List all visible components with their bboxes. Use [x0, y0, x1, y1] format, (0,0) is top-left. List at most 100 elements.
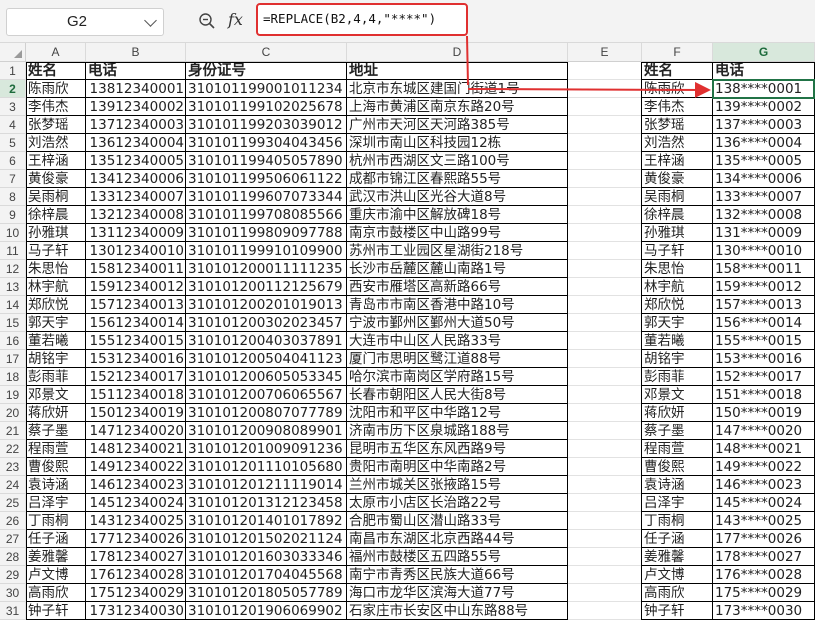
name-cell[interactable]: 张梦瑶: [26, 116, 86, 134]
row-header-21[interactable]: 21: [0, 422, 26, 440]
id-cell[interactable]: 310101200112125679: [186, 278, 347, 296]
id-cell[interactable]: 310101200504041123: [186, 350, 347, 368]
name-cell[interactable]: 董若曦: [26, 332, 86, 350]
phone-cell[interactable]: 15012340019: [86, 404, 186, 422]
masked-phone-cell[interactable]: 176****0028: [713, 566, 815, 584]
phone-cell[interactable]: 13012340010: [86, 242, 186, 260]
phone-cell[interactable]: 13812340001: [86, 80, 186, 98]
address-cell[interactable]: 哈尔滨市南岗区学府路15号: [347, 368, 568, 386]
masked-phone-cell[interactable]: 158****0011: [713, 260, 815, 278]
column-header-a[interactable]: A: [26, 43, 86, 62]
name-cell[interactable]: 李伟杰: [642, 98, 713, 116]
address-cell[interactable]: 杭州市西湖区文三路100号: [347, 152, 568, 170]
worksheet-grid[interactable]: 姓名 电话 身份证号 地址 姓名 电话 陈雨欣 13812340001 310101199001…: [25, 62, 815, 620]
row-header-1[interactable]: 1: [0, 62, 26, 80]
name-cell[interactable]: 彭雨菲: [26, 368, 86, 386]
masked-phone-cell[interactable]: 149****0022: [713, 458, 815, 476]
phone-cell[interactable]: 15112340018: [86, 386, 186, 404]
name-cell[interactable]: 刘浩然: [26, 134, 86, 152]
name-cell[interactable]: 王梓涵: [26, 152, 86, 170]
masked-phone-cell[interactable]: 139****0002: [713, 98, 815, 116]
masked-phone-cell[interactable]: 153****0016: [713, 350, 815, 368]
masked-phone-cell[interactable]: 145****0024: [713, 494, 815, 512]
id-cell[interactable]: 310101200302023457: [186, 314, 347, 332]
masked-phone-cell[interactable]: 146****0023: [713, 476, 815, 494]
address-cell[interactable]: 北京市东城区建国门街道1号: [347, 80, 568, 98]
name-cell[interactable]: 高雨欣: [642, 584, 713, 602]
phone-cell[interactable]: 13712340003: [86, 116, 186, 134]
masked-phone-cell[interactable]: 133****0007: [713, 188, 815, 206]
name-cell[interactable]: 吴雨桐: [26, 188, 86, 206]
name-cell[interactable]: 郭天宇: [642, 314, 713, 332]
phone-cell[interactable]: 14312340025: [86, 512, 186, 530]
id-cell[interactable]: 310101199809097788: [186, 224, 347, 242]
header-cell[interactable]: 电话: [86, 62, 186, 80]
id-cell[interactable]: 310101199910109900: [186, 242, 347, 260]
name-cell[interactable]: 林宇航: [642, 278, 713, 296]
address-cell[interactable]: 广州市天河区天河路385号: [347, 116, 568, 134]
masked-phone-cell[interactable]: 136****0004: [713, 134, 815, 152]
name-cell[interactable]: 胡铭宇: [642, 350, 713, 368]
header-cell[interactable]: 电话: [713, 62, 815, 80]
name-cell[interactable]: 袁诗涵: [26, 476, 86, 494]
row-header-11[interactable]: 11: [0, 242, 26, 260]
phone-cell[interactable]: 15312340016: [86, 350, 186, 368]
address-cell[interactable]: 太原市小店区长治路22号: [347, 494, 568, 512]
name-cell[interactable]: 张梦瑶: [642, 116, 713, 134]
row-header-4[interactable]: 4: [0, 116, 26, 134]
masked-phone-cell[interactable]: 148****0021: [713, 440, 815, 458]
name-cell[interactable]: 董若曦: [642, 332, 713, 350]
masked-phone-cell[interactable]: 131****0009: [713, 224, 815, 242]
phone-cell[interactable]: 15712340013: [86, 296, 186, 314]
row-header-14[interactable]: 14: [0, 296, 26, 314]
phone-cell[interactable]: 14912340022: [86, 458, 186, 476]
name-cell[interactable]: 郑欣悦: [642, 296, 713, 314]
name-cell[interactable]: 任子涵: [26, 530, 86, 548]
name-cell[interactable]: 邓景文: [642, 386, 713, 404]
row-header-25[interactable]: 25: [0, 494, 26, 512]
masked-phone-cell[interactable]: 178****0027: [713, 548, 815, 566]
zoom-icon[interactable]: [198, 12, 216, 30]
phone-cell[interactable]: 15212340017: [86, 368, 186, 386]
phone-cell[interactable]: 17712340026: [86, 530, 186, 548]
phone-cell[interactable]: 14712340020: [86, 422, 186, 440]
id-cell[interactable]: 310101201110105680: [186, 458, 347, 476]
masked-phone-cell[interactable]: 157****0013: [713, 296, 815, 314]
id-cell[interactable]: 310101201805057789: [186, 584, 347, 602]
row-header-16[interactable]: 16: [0, 332, 26, 350]
address-cell[interactable]: 长春市朝阳区人民大街8号: [347, 386, 568, 404]
phone-cell[interactable]: 14812340021: [86, 440, 186, 458]
name-cell[interactable]: 胡铭宇: [26, 350, 86, 368]
address-cell[interactable]: 青岛市市南区香港中路10号: [347, 296, 568, 314]
id-cell[interactable]: 310101201906069902: [186, 602, 347, 620]
address-cell[interactable]: 重庆市渝中区解放碑18号: [347, 206, 568, 224]
name-cell[interactable]: 袁诗涵: [642, 476, 713, 494]
name-cell[interactable]: 高雨欣: [26, 584, 86, 602]
selected-cell[interactable]: [712, 79, 815, 99]
masked-phone-cell[interactable]: 147****0020: [713, 422, 815, 440]
name-cell[interactable]: 孙雅琪: [26, 224, 86, 242]
id-cell[interactable]: 310101201603033346: [186, 548, 347, 566]
address-cell[interactable]: 兰州市城关区张掖路15号: [347, 476, 568, 494]
address-cell[interactable]: 贵阳市南明区中华南路2号: [347, 458, 568, 476]
phone-cell[interactable]: 15612340014: [86, 314, 186, 332]
address-cell[interactable]: 石家庄市长安区中山东路88号: [347, 602, 568, 620]
masked-phone-cell[interactable]: 152****0017: [713, 368, 815, 386]
phone-cell[interactable]: 13912340002: [86, 98, 186, 116]
name-cell[interactable]: 黄俊豪: [642, 170, 713, 188]
masked-phone-cell[interactable]: 159****0012: [713, 278, 815, 296]
id-cell[interactable]: 310101200908089901: [186, 422, 347, 440]
id-cell[interactable]: 310101200403037891: [186, 332, 347, 350]
id-cell[interactable]: 310101199405057890: [186, 152, 347, 170]
name-cell[interactable]: 钟子轩: [26, 602, 86, 620]
row-header-27[interactable]: 27: [0, 530, 26, 548]
row-header-24[interactable]: 24: [0, 476, 26, 494]
masked-phone-cell[interactable]: 137****0003: [713, 116, 815, 134]
name-cell[interactable]: 卢文博: [26, 566, 86, 584]
id-cell[interactable]: 310101200706065567: [186, 386, 347, 404]
id-cell[interactable]: 310101201401017892: [186, 512, 347, 530]
column-header-g[interactable]: G: [713, 43, 815, 62]
phone-cell[interactable]: 13412340006: [86, 170, 186, 188]
row-header-10[interactable]: 10: [0, 224, 26, 242]
name-cell[interactable]: 蔡子墨: [642, 422, 713, 440]
